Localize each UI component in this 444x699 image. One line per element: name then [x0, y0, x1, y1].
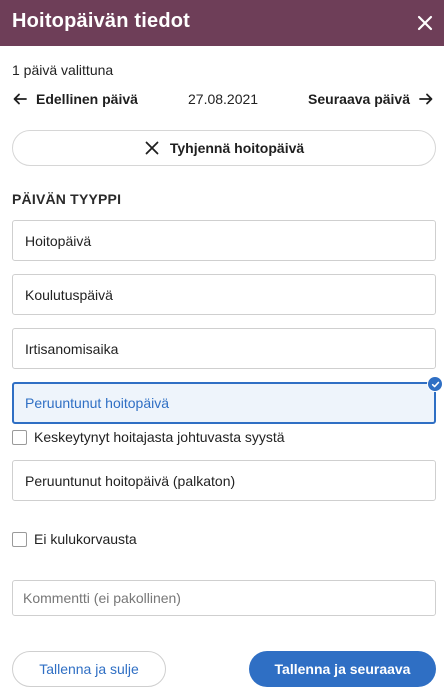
save-and-next-label: Tallenna ja seuraava	[274, 661, 411, 677]
save-and-next-button[interactable]: Tallenna ja seuraava	[249, 651, 436, 687]
close-icon	[145, 141, 159, 155]
no-compensation-checkbox[interactable]	[12, 531, 27, 547]
close-icon[interactable]	[416, 14, 434, 32]
no-compensation-label: Ei kulukorvausta	[34, 531, 137, 547]
option-label: Peruuntunut hoitopäivä (palkaton)	[25, 472, 236, 489]
option-label: Koulutuspäivä	[25, 286, 113, 303]
save-and-close-label: Tallenna ja sulje	[39, 661, 139, 677]
day-navigation: Edellinen päivä 27.08.2021 Seuraava päiv…	[12, 91, 434, 111]
arrow-right-icon	[419, 93, 433, 105]
previous-day-label: Edellinen päivä	[36, 91, 138, 107]
day-type-option-peruuntunut-palkaton[interactable]: Peruuntunut hoitopäivä (palkaton)	[12, 460, 436, 501]
option-label: Peruuntunut hoitopäivä	[25, 395, 169, 411]
comment-input[interactable]	[12, 580, 436, 616]
dialog-header: Hoitopäivän tiedot	[0, 0, 444, 46]
day-type-option-peruuntunut[interactable]: Peruuntunut hoitopäivä	[12, 376, 443, 424]
clear-day-button[interactable]: Tyhjennä hoitopäivä	[12, 130, 436, 166]
interruption-checkbox-label: Keskeytynyt hoitajasta johtuvasta syystä	[34, 429, 285, 445]
previous-day-button[interactable]: Edellinen päivä	[12, 91, 138, 107]
selected-check-icon	[427, 376, 443, 392]
no-compensation-checkbox-row[interactable]: Ei kulukorvausta	[12, 531, 137, 547]
day-type-option-irtisanomisaika[interactable]: Irtisanomisaika	[12, 328, 436, 369]
interruption-checkbox-row[interactable]: Keskeytynyt hoitajasta johtuvasta syystä	[12, 429, 285, 445]
day-type-option-koulutuspaiva[interactable]: Koulutuspäivä	[12, 274, 436, 315]
save-and-close-button[interactable]: Tallenna ja sulje	[12, 651, 166, 687]
next-day-label: Seuraava päivä	[308, 91, 410, 107]
option-label: Hoitopäivä	[25, 232, 92, 249]
interruption-checkbox[interactable]	[12, 429, 27, 445]
selected-days-count: 1 päivä valittuna	[12, 62, 114, 78]
clear-day-label: Tyhjennä hoitopäivä	[169, 140, 305, 156]
next-day-button[interactable]: Seuraava päivä	[308, 91, 434, 107]
day-type-option-hoitopaiva[interactable]: Hoitopäivä	[12, 220, 436, 261]
day-type-heading: PÄIVÄN TYYPPI	[12, 191, 122, 207]
arrow-left-icon	[13, 93, 27, 105]
dialog-title: Hoitopäivän tiedot	[12, 10, 191, 32]
option-label: Irtisanomisaika	[25, 340, 119, 357]
current-date: 27.08.2021	[188, 91, 259, 107]
